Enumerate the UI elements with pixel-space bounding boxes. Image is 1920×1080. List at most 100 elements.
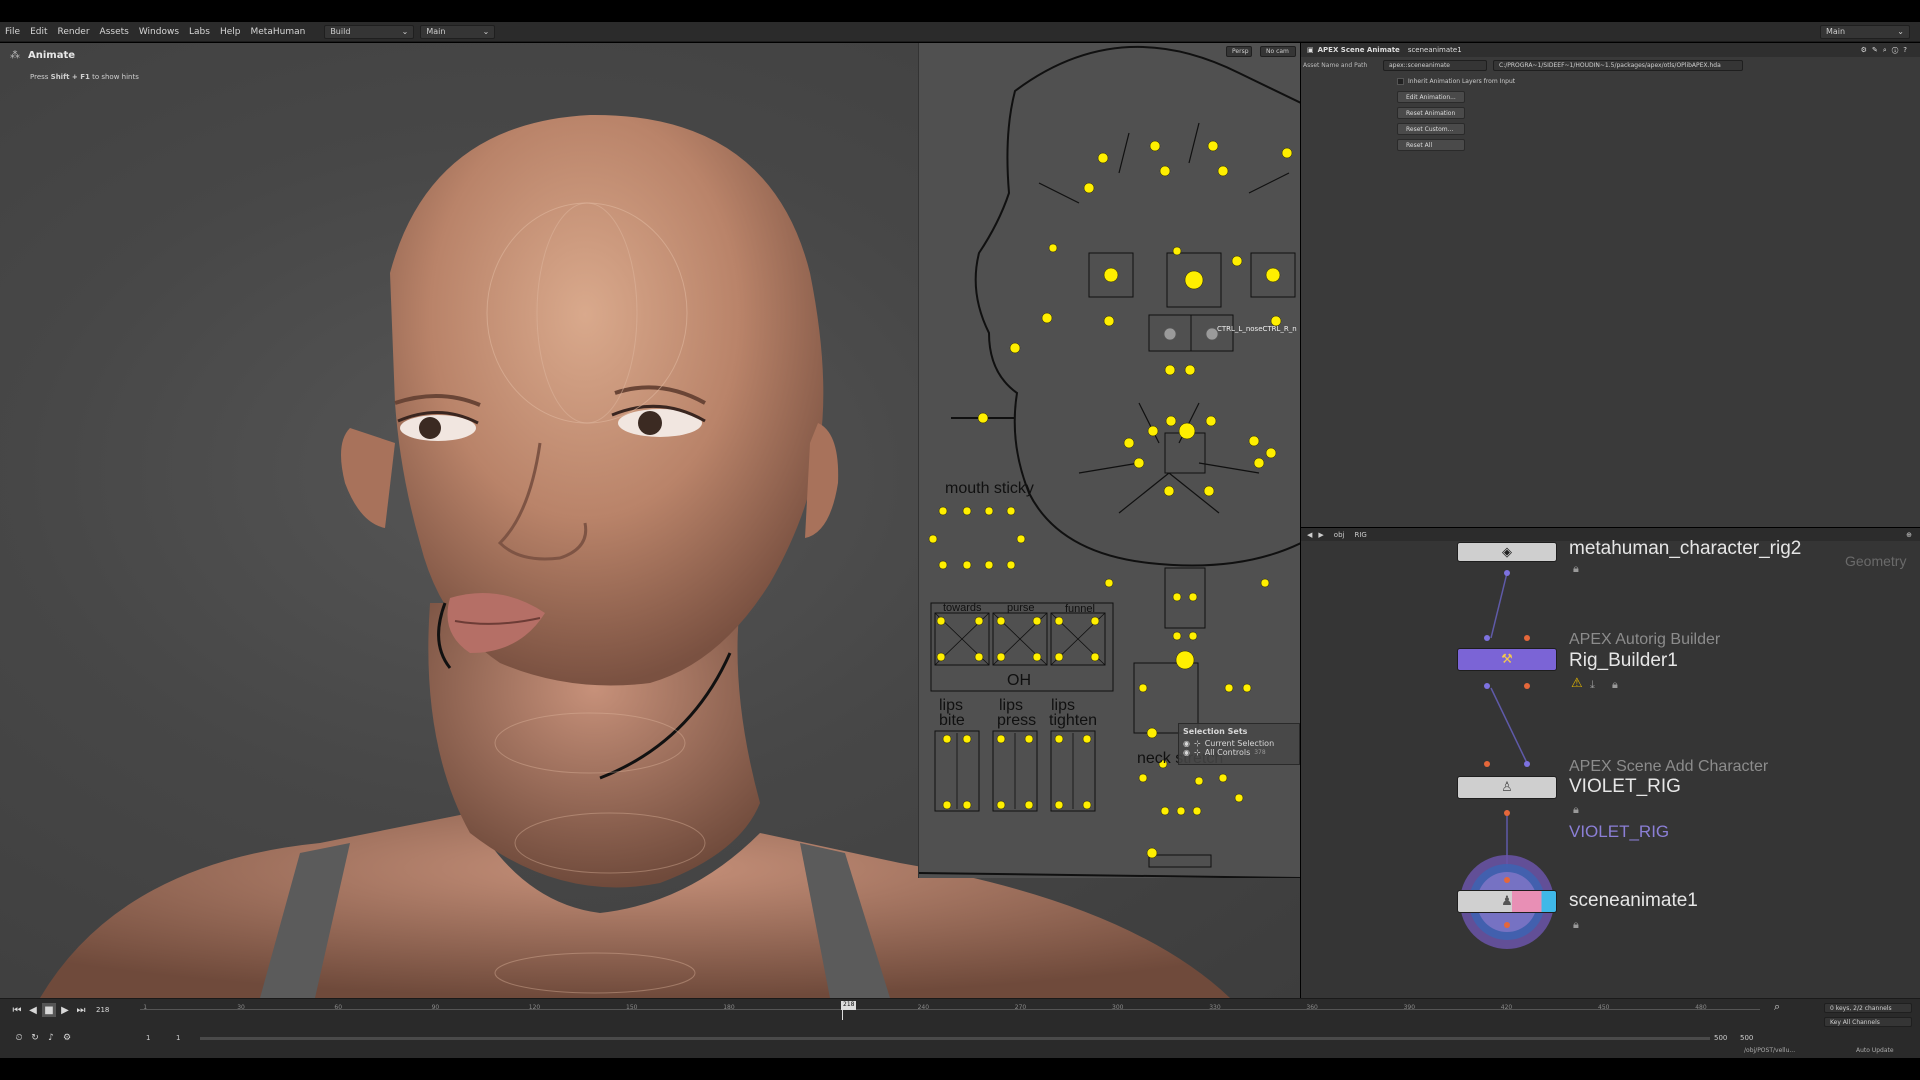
play-icon[interactable]: ▶ [58, 1003, 72, 1017]
keys-info[interactable]: 0 keys, 2/2 channels [1824, 1003, 1912, 1013]
rig-builder-icon: ⚒ [1501, 652, 1513, 667]
timeline-tick-label: 120 [528, 1004, 541, 1011]
label-purse: purse [1007, 602, 1035, 614]
timeline-tick-label: 300 [1112, 1004, 1124, 1011]
node-name-sceneanimate[interactable]: sceneanimate1 [1569, 890, 1698, 912]
node-sceneanimate[interactable]: ♟ [1457, 890, 1557, 913]
right-context-dropdown[interactable]: Main ⌄ [1820, 24, 1910, 39]
character-icon: ♙ [1501, 780, 1513, 795]
menu-edit[interactable]: Edit [25, 27, 52, 37]
current-selection-row[interactable]: ◉ ⊹ Current Selection [1179, 739, 1299, 748]
range-start-b[interactable]: 1 [176, 1034, 180, 1042]
inherit-animation-label: Inherit Animation Layers from Input [1408, 78, 1516, 85]
step-back-icon[interactable]: ◀ [26, 1003, 40, 1017]
selection-sets-title: Selection Sets [1183, 727, 1248, 736]
asset-name-label: Asset Name and Path [1303, 62, 1368, 69]
settings-icon[interactable]: ⚙ [60, 1031, 74, 1045]
node-rig-builder[interactable]: ⚒ [1457, 648, 1557, 671]
select-icon[interactable]: ⊹ [1194, 748, 1201, 757]
all-controls-row[interactable]: ◉ ⊹ All Controls 378 [1179, 748, 1299, 757]
lock-icon[interactable]: 🔒︎ [1612, 678, 1618, 692]
node-metahuman-rig[interactable]: ◈ [1457, 542, 1557, 562]
timeline-tick-label: 330 [1209, 1004, 1221, 1011]
eye-icon[interactable]: ◉ [1183, 739, 1190, 748]
key-all-channels-dropdown[interactable]: Key All Channels [1824, 1017, 1912, 1027]
network-editor[interactable]: ◀ ▶ obj RIG ⊕ ◈ metahuman_character_rig2… [1301, 528, 1920, 998]
scene-viewport[interactable]: ⁂ Animate Press Shift + F1 to show hints [0, 43, 1300, 998]
label-lips-tighten-line1: lips [1051, 697, 1076, 714]
param-node-type: APEX Scene Animate [1317, 46, 1400, 54]
letterbox-bottom [0, 1058, 1920, 1080]
auto-update-label[interactable]: Auto Update [1856, 1047, 1894, 1054]
timeline-tick-label: 390 [1403, 1004, 1416, 1011]
menu-file[interactable]: File [0, 27, 25, 37]
range-end-a[interactable]: 500 [1714, 1034, 1727, 1042]
key-icon[interactable]: ⌕ [1774, 1000, 1780, 1014]
menu-help[interactable]: Help [215, 27, 246, 37]
timeline-tick-label: 60 [334, 1004, 343, 1011]
current-frame-field[interactable]: 218 [96, 1006, 109, 1014]
param-node-name[interactable]: sceneanimate1 [1408, 46, 1462, 54]
network-context-label: Geometry [1845, 553, 1907, 569]
audio-icon[interactable]: ♪ [44, 1031, 58, 1045]
reset-custom-button[interactable]: Reset Custom... [1397, 123, 1465, 135]
reset-animation-button[interactable]: Reset Animation [1397, 107, 1465, 119]
node-type-rig-builder: APEX Autorig Builder [1569, 631, 1721, 648]
asset-path-field[interactable]: C:/PROGRA~1/SIDEEF~1/HOUDIN~1.5/packages… [1493, 60, 1743, 71]
lock-icon[interactable]: 🔒︎ [1573, 918, 1579, 932]
parameter-header: ▣ APEX Scene Animate sceneanimate1 ⚙✎⌕ⓘ? [1301, 43, 1920, 57]
jump-start-icon[interactable]: ⏮ [10, 1003, 24, 1017]
hover-control-label: CTRL_L_noseCTRL_R_n [1217, 325, 1297, 333]
persp-label: Persp [1232, 48, 1249, 55]
context-dropdown[interactable]: Main ⌄ [420, 24, 496, 39]
lock-icon[interactable]: 🔒︎ [1573, 562, 1579, 576]
label-lips-tighten-line2: tighten [1049, 712, 1098, 729]
label-lips-bite-line1: lips [939, 697, 964, 714]
label-lips-bite-line2: bite [939, 712, 965, 729]
node-name-rig-builder[interactable]: Rig_Builder1 [1569, 650, 1678, 672]
download-icon[interactable]: ⤓ [1590, 678, 1595, 692]
node-name-violet-rig[interactable]: VIOLET_RIG [1569, 776, 1681, 798]
eye-icon[interactable]: ◉ [1183, 748, 1190, 757]
inherit-animation-checkbox[interactable] [1397, 78, 1404, 85]
stop-icon[interactable]: ■ [42, 1003, 56, 1017]
menu-render[interactable]: Render [53, 27, 95, 37]
timeline-playhead[interactable]: 218 [841, 1001, 857, 1010]
status-path[interactable]: /obj/POST/vellu... [1744, 1047, 1795, 1054]
menu-bar: File Edit Render Assets Windows Labs Hel… [0, 22, 1920, 42]
menu-windows[interactable]: Windows [134, 27, 184, 37]
range-end-b[interactable]: 500 [1740, 1034, 1753, 1042]
param-toolbar-icons[interactable]: ⚙✎⌕ⓘ? [1861, 46, 1912, 55]
lock-icon[interactable]: 🔒︎ [1573, 803, 1579, 817]
animate-icon: ♟ [1501, 894, 1513, 909]
desktop-dropdown[interactable]: Build ⌄ [324, 24, 415, 39]
label-towards: towards [943, 602, 982, 614]
camera-label: No cam [1266, 48, 1289, 55]
current-selection-label: Current Selection [1204, 739, 1275, 748]
right-context-label: Main [1826, 27, 1846, 36]
menu-metahuman[interactable]: MetaHuman [246, 27, 311, 37]
loop-icon[interactable]: ↻ [28, 1031, 42, 1045]
warning-icon[interactable]: ⚠ [1571, 676, 1583, 691]
jump-end-icon[interactable]: ⏭ [74, 1003, 88, 1017]
camera-button[interactable]: No cam [1260, 46, 1296, 57]
node-output-violet-rig: VIOLET_RIG [1569, 822, 1670, 841]
all-controls-label: All Controls [1204, 748, 1251, 757]
range-start-a[interactable]: 1 [146, 1034, 150, 1042]
node-violet-rig[interactable]: ♙ [1457, 776, 1557, 799]
node-type-add-character: APEX Scene Add Character [1569, 758, 1769, 775]
persp-button[interactable]: Persp [1226, 46, 1252, 57]
reset-all-button[interactable]: Reset All [1397, 139, 1465, 151]
asset-name-field[interactable]: apex::sceneanimate [1383, 60, 1487, 71]
timeline-ticks: 1 30 60 90 120 150 180 240 270 300 330 360 390 420 450… [140, 999, 1760, 1019]
select-icon[interactable]: ⊹ [1194, 739, 1201, 748]
range-slider[interactable] [200, 1037, 1710, 1040]
node-name-metahuman-rig[interactable]: metahuman_character_rig2 [1569, 538, 1801, 560]
asset-path-value: C:/PROGRA~1/SIDEEF~1/HOUDIN~1.5/packages… [1499, 62, 1721, 69]
edit-animation-button[interactable]: Edit Animation... [1397, 91, 1465, 103]
menu-assets[interactable]: Assets [95, 27, 134, 37]
realtime-icon[interactable]: ⏲ [12, 1031, 26, 1045]
inherit-animation-row[interactable]: Inherit Animation Layers from Input [1397, 78, 1515, 85]
node-icon: ◈ [1502, 544, 1512, 560]
menu-labs[interactable]: Labs [184, 27, 215, 37]
